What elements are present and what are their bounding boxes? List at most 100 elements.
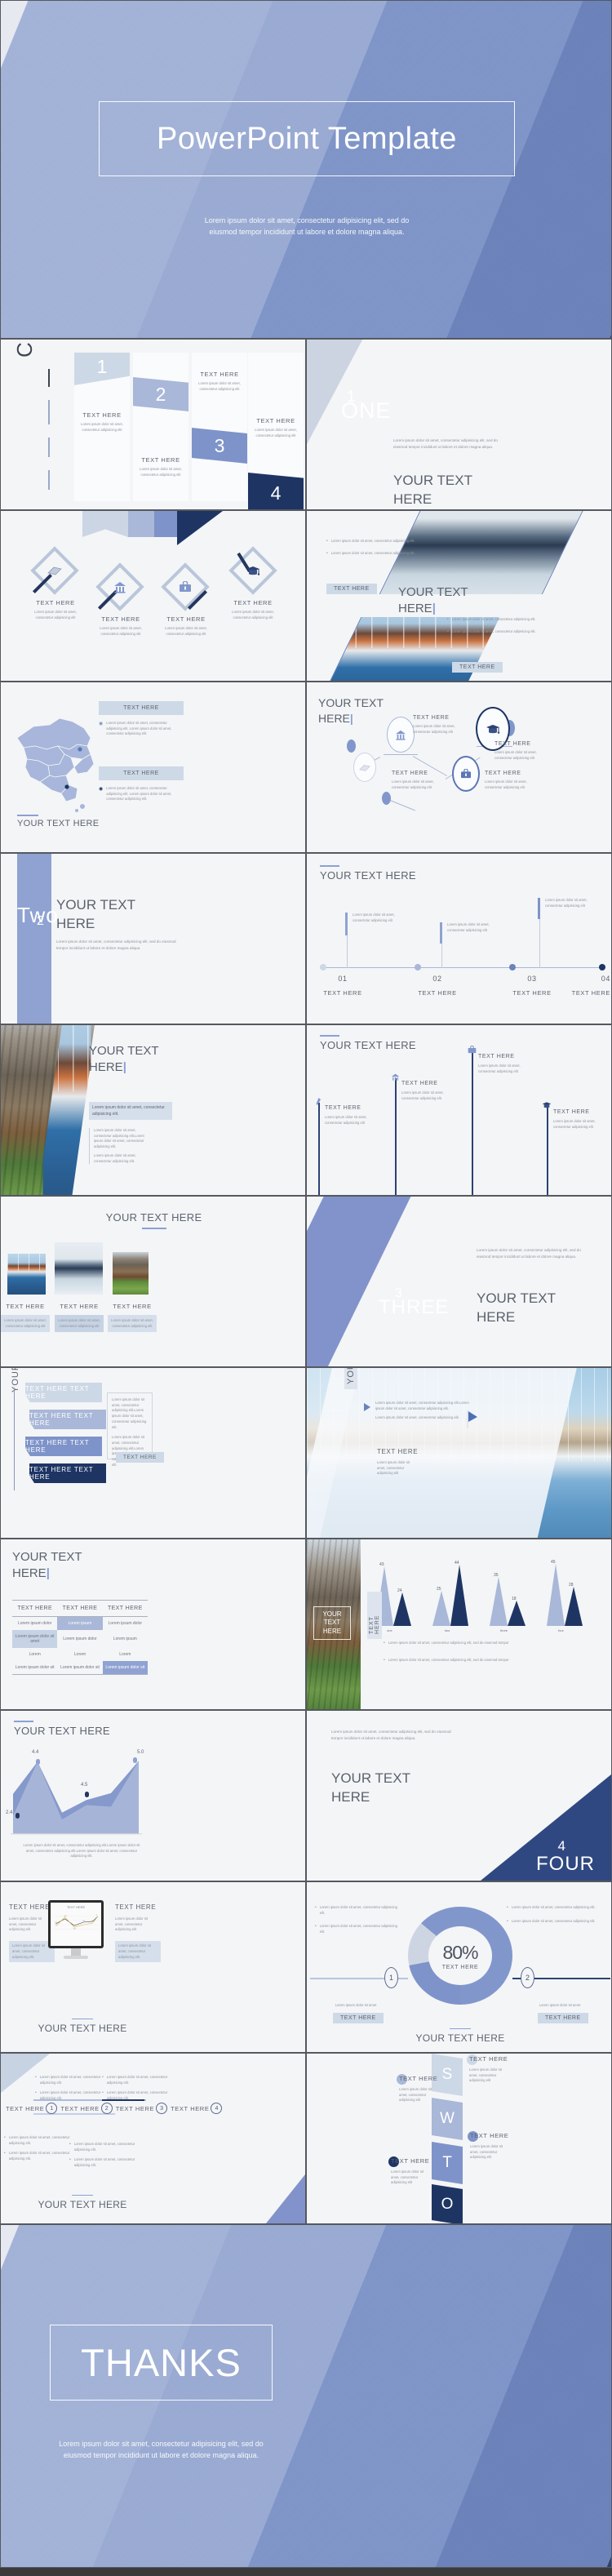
slide-network: YOUR TEXT HERE| TEXT HERE Lorem ipsum do…: [306, 682, 612, 853]
slide-donut: • Lorem ipsum dolor sit amet, consectetu…: [306, 1881, 612, 2053]
briefcase-icon-step: [468, 1043, 477, 1058]
tri-cat-3: three: [500, 1628, 508, 1632]
slide-diamond-icons: TEXT HERE Lorem ipsum dolor sit amet, co…: [0, 510, 306, 682]
monitor-footer: YOUR TEXT HERE: [38, 2023, 127, 2034]
play-triangle-icon: [364, 1403, 370, 1411]
photo-text-body1: Lorem ipsum dolor sit amet, consectetur …: [94, 1128, 144, 1149]
slide-divider-four: Lorem ipsum dolor sit amet, consectetur …: [306, 1710, 612, 1881]
numbered-tr-bullet-1: Lorem ipsum dolor sit amet, consectetur …: [106, 2075, 168, 2085]
network-title-4: TEXT HERE: [494, 741, 531, 747]
three-photos-card-title-2: TEXT HERE: [60, 1303, 99, 1310]
banner-3[interactable]: TEXT HERE TEXT HERE: [25, 1437, 102, 1456]
content-item-body-3: Lorem ipsum dolor sit amet, consectetur …: [198, 381, 241, 391]
donut-center-value: 80%: [442, 1941, 478, 1963]
banners-side-label: YOUR TEXT HERE: [11, 1368, 20, 1392]
donut-chart: 80% TEXT HERE: [408, 1907, 512, 2005]
diamond-title-4: TEXT HERE: [233, 599, 273, 606]
area-label-4: 5.0: [137, 1750, 144, 1755]
slide-deck: PowerPoint Template Lorem ipsum dolor si…: [0, 0, 612, 2568]
network-title-3: TEXT HERE: [485, 771, 521, 776]
photo-bullet-l1: Lorem ipsum dolor sit amet, consectetur …: [330, 539, 415, 543]
swot-body-4: Lorem ipsum dolor sit amet, consectetur …: [391, 2170, 424, 2185]
title-frame: PowerPoint Template: [99, 101, 515, 176]
flag-icon: [466, 1410, 479, 1432]
slide-photo-diagonal: • Lorem ipsum dolor sit amet, consectetu…: [306, 510, 612, 682]
slide-photo-text: YOUR TEXT HERE| Lorem ipsum dolor sit am…: [0, 1024, 306, 1196]
graduation-icon: [236, 553, 270, 588]
content-item-title-2: TEXT HERE: [141, 456, 180, 464]
title-subtitle: Lorem ipsum dolor sit amet, consectetur …: [99, 215, 515, 238]
title-subtitle-line1: Lorem ipsum dolor sit amet, consectetur …: [204, 216, 410, 224]
tri-photo-caption-l1: YOUR TEXT: [322, 1610, 342, 1627]
banners-panel-tag: TEXT HERE: [116, 1452, 164, 1463]
donut-right-bullet-2: Lorem ipsum dolor sit amet, consectetur …: [511, 1918, 596, 1923]
table-row: Lorem Lorem Lorem: [12, 1648, 148, 1661]
donut-center-label: TEXT HERE: [441, 1964, 479, 1970]
donut-left-caption: Lorem ipsum dolor sit amet: [335, 2003, 377, 2007]
banner-1[interactable]: TEXT HERE TEXT HERE: [25, 1383, 102, 1402]
content-number-3: 3: [214, 435, 225, 456]
book-icon: [38, 553, 72, 588]
diamond-1: [30, 546, 79, 595]
slide-divider-three: 3 THREE Lorem ipsum dolor sit amet, cons…: [306, 1196, 612, 1367]
three-photos-card-title-3: TEXT HERE: [113, 1303, 152, 1310]
content-item-body-4: Lorem ipsum dolor sit amet, consectetur …: [255, 428, 297, 437]
divider-title-one: YOUR TEXT HERE: [393, 473, 472, 507]
network-node-1: [353, 753, 376, 782]
step-bars-title-1: TEXT HERE: [325, 1105, 361, 1111]
content-number-4: 4: [270, 482, 282, 504]
content-chip-2: 2: [133, 377, 188, 411]
table-header-2: TEXT HERE: [57, 1601, 103, 1617]
step-bars-title-2: TEXT HERE: [401, 1081, 438, 1086]
network-title-1: TEXT HERE: [392, 771, 428, 776]
swot-letter-o: O: [432, 2184, 463, 2224]
content-item-title-1: TEXT HERE: [82, 411, 122, 419]
monitor-left-body: Lorem ipsum dolor sit amet, consectetur …: [9, 1916, 42, 1932]
diamond-body-3: Lorem ipsum dolor sit amet, consectetur …: [165, 626, 207, 636]
divider-body-two: Lorem ipsum dolor sit amet, consectetur …: [56, 939, 176, 950]
timeline-num-1: 01: [338, 975, 348, 983]
three-photos-card-title-1: TEXT HERE: [6, 1303, 45, 1310]
network-body-4: Lorem ipsum dolor sit amet, consectetur …: [494, 750, 537, 760]
network-body-1: Lorem ipsum dolor sit amet, consectetur …: [392, 779, 434, 789]
table-cell: Lorem ipsum dolor: [17, 1621, 52, 1626]
bank-icon-step: [391, 1071, 400, 1086]
table-title: YOUR TEXT HERE|: [12, 1550, 82, 1581]
content-ticks: [48, 369, 50, 503]
monitor-right-body: Lorem ipsum dolor sit amet, consectetur …: [115, 1916, 149, 1932]
table-header-row: TEXT HERE TEXT HERE TEXT HERE: [12, 1601, 148, 1617]
monitor-right-tag: Lorem ipsum dolor sit amet, consectetur …: [115, 1941, 161, 1963]
slide-table: YOUR TEXT HERE| TEXT HERE TEXT HERE TEXT…: [0, 1539, 306, 1710]
map-block-tag-2: TEXT HERE: [99, 766, 184, 780]
timeline-num-3: 03: [527, 975, 537, 983]
step-bars-title-3: TEXT HERE: [478, 1054, 515, 1059]
table-header-1: TEXT HERE: [12, 1601, 58, 1617]
overlay-p1: Lorem ipsum dolor sit amet, consectetur …: [375, 1401, 469, 1410]
slide-swot: S W T O TEXT HERE Lorem ipsum dolor sit …: [306, 2053, 612, 2224]
slide-monitor: TEXT HERE Lorem ipsum dolor sit amet, co…: [0, 1881, 306, 2053]
thanks-subtitle-line2: eiusmod tempor incididunt ut labore et d…: [63, 2450, 259, 2459]
slide-step-bars: YOUR TEXT HERE TEXT HERE Lorem ipsum dol…: [306, 1024, 612, 1196]
slide-timeline: YOUR TEXT HERE Lorem ipsum dolor sit ame…: [306, 853, 612, 1024]
content-item-body-2: Lorem ipsum dolor sit amet, consectetur …: [140, 467, 182, 477]
slide-three-photos: YOUR TEXT HERE TEXT HERE Lorem ipsum dol…: [0, 1196, 306, 1367]
photo-text-title: YOUR TEXT HERE|: [89, 1044, 159, 1075]
numbered-step-label-3: TEXT HERE: [115, 2104, 155, 2112]
numbered-step-label-1: TEXT HERE: [6, 2104, 45, 2112]
slide-area-chart: YOUR TEXT HERE 2.4 4.4 4.5 5.0 Lorem ips…: [0, 1710, 306, 1881]
swot-body-1: Lorem ipsum dolor sit amet, consectetur …: [469, 2067, 503, 2083]
banners-panel-p1: Lorem ipsum dolor sit amet, consectetur …: [112, 1397, 147, 1429]
divider-body-three: Lorem ipsum dolor sit amet, consectetur …: [477, 1248, 581, 1259]
banner-2[interactable]: TEXT HERE TEXT HERE: [29, 1410, 106, 1429]
numbered-br-bullet-1: Lorem ipsum dolor sit amet, consectetur …: [73, 2142, 135, 2152]
banner-4[interactable]: TEXT HERE TEXT HERE: [29, 1463, 106, 1483]
content-number-1: 1: [96, 356, 108, 377]
slide-map: YOUR TEXT HERE TEXT HERE ◉ Lorem ipsum d…: [0, 682, 306, 853]
donut-right-tag: TEXT HERE: [538, 2013, 588, 2023]
swot-title-2: TEXT HERE: [399, 2075, 438, 2082]
tri-cat-4: four: [558, 1628, 564, 1632]
slide-divider-one: 1 ONE Lorem ipsum dolor sit amet, consec…: [306, 339, 612, 510]
content-item-body-1: Lorem ipsum dolor sit amet, consectetur …: [81, 422, 123, 432]
table-row: Lorem ipsum dolor sit Lorem ipsum dolor …: [12, 1661, 148, 1674]
photo-tag-left: TEXT HERE: [326, 584, 377, 594]
